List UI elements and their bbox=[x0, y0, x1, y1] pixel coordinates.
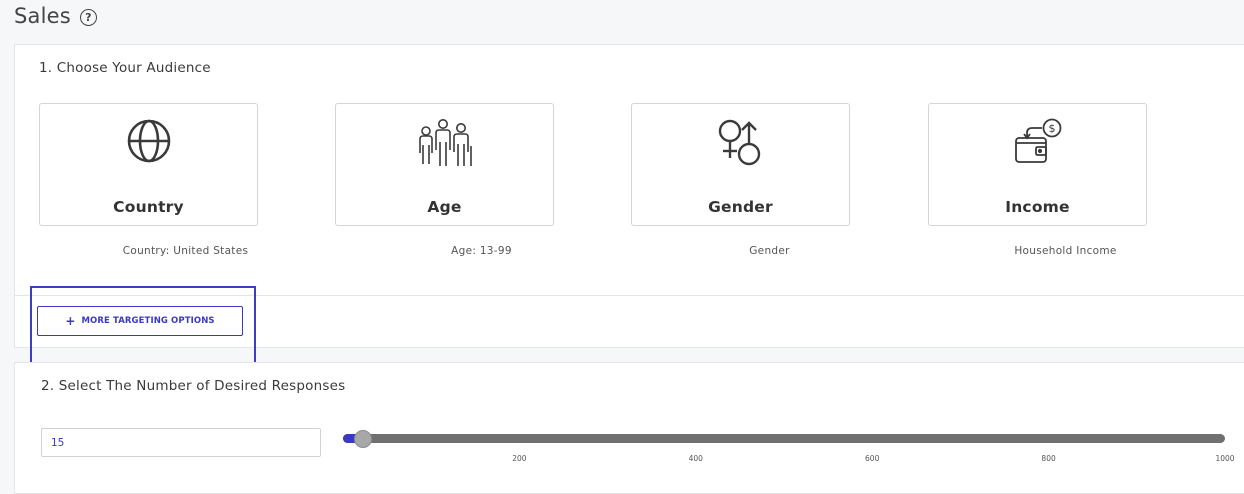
responses-slider-track[interactable] bbox=[343, 434, 1225, 443]
audience-heading: 1. Choose Your Audience bbox=[39, 60, 211, 76]
svg-text:$: $ bbox=[1048, 122, 1055, 135]
gender-card-label: Gender bbox=[708, 198, 773, 216]
family-icon bbox=[336, 118, 553, 168]
gender-icon bbox=[632, 118, 849, 168]
responses-input[interactable] bbox=[41, 428, 321, 457]
income-card-label: Income bbox=[1005, 198, 1070, 216]
country-caption: Country: United States bbox=[122, 245, 249, 257]
age-card-label: Age bbox=[427, 198, 462, 216]
age-card[interactable]: Age bbox=[335, 103, 554, 226]
responses-heading: 2. Select The Number of Desired Response… bbox=[41, 378, 346, 394]
age-caption: Age: 13-99 bbox=[451, 245, 512, 257]
gender-caption: Gender bbox=[749, 245, 790, 257]
income-card[interactable]: $ Income bbox=[928, 103, 1147, 226]
page-title: Sales bbox=[14, 4, 71, 28]
slider-tick-label: 600 bbox=[865, 454, 880, 463]
gender-card[interactable]: Gender bbox=[631, 103, 850, 226]
slider-tick-label: 1000 bbox=[1215, 454, 1235, 463]
audience-panel: 1. Choose Your Audience Country Age Gend… bbox=[14, 44, 1244, 296]
globe-icon bbox=[40, 118, 257, 164]
page-header: Sales ? bbox=[14, 4, 97, 28]
highlight-box bbox=[30, 286, 256, 364]
slider-tick-label: 400 bbox=[688, 454, 703, 463]
country-card-label: Country bbox=[113, 198, 184, 216]
country-card[interactable]: Country bbox=[39, 103, 258, 226]
slider-tick-label: 200 bbox=[512, 454, 527, 463]
question-circle-icon[interactable]: ? bbox=[79, 9, 97, 26]
income-caption: Household Income bbox=[1014, 245, 1117, 257]
slider-tick-label: 800 bbox=[1041, 454, 1056, 463]
wallet-dollar-icon: $ bbox=[929, 118, 1146, 168]
